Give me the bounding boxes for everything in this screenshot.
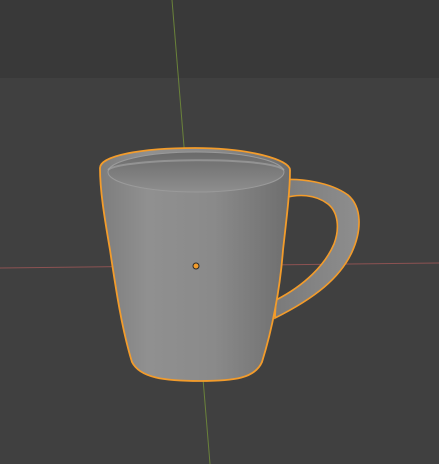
mug-opening — [107, 151, 285, 193]
3d-viewport[interactable] — [0, 0, 439, 464]
object-origin-icon[interactable] — [192, 262, 200, 270]
scene-canvas[interactable] — [0, 0, 439, 464]
